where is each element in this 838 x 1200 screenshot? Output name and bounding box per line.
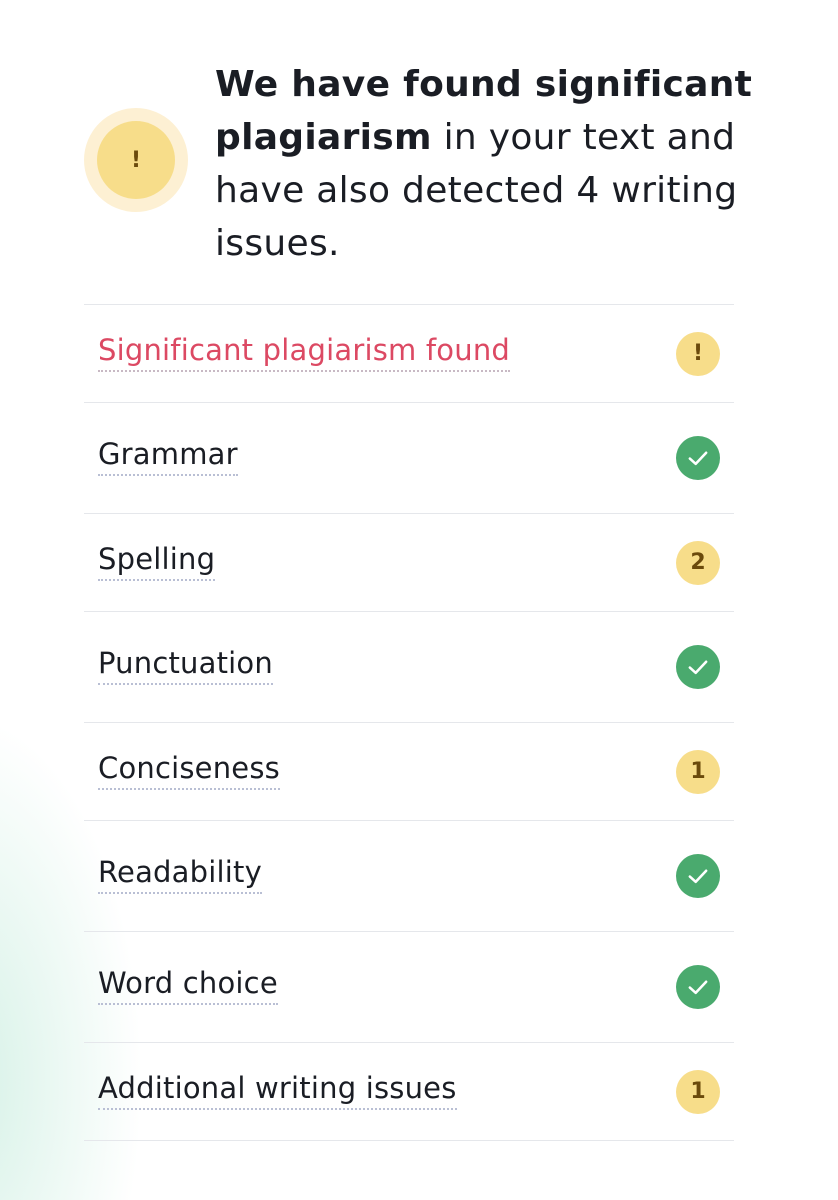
check-label-word-choice[interactable]: Word choice [98,965,278,1005]
check-results-list: Significant plagiarism found ! Grammar S… [84,304,734,1141]
check-row-spelling[interactable]: Spelling 2 [84,514,734,612]
check-row-plagiarism[interactable]: Significant plagiarism found ! [84,305,734,403]
check-row-word-choice[interactable]: Word choice [84,932,734,1043]
check-row-punctuation[interactable]: Punctuation [84,612,734,723]
check-icon [676,645,720,689]
warning-icon: ! [676,331,720,376]
check-label-spelling[interactable]: Spelling [98,541,216,581]
check-label-grammar[interactable]: Grammar [98,436,238,476]
check-row-additional-issues[interactable]: Additional writing issues 1 [84,1043,734,1141]
check-row-conciseness[interactable]: Conciseness 1 [84,723,734,821]
issue-count-badge: 1 [676,1069,720,1114]
warning-exclamation-icon: ! [84,108,188,212]
check-label-readability[interactable]: Readability [98,854,262,894]
issue-count-badge: 2 [676,540,720,585]
issue-count-badge: 1 [676,749,720,794]
check-label-punctuation[interactable]: Punctuation [98,645,273,685]
summary-header: ! We have found significant plagiarism i… [0,0,838,300]
check-label-plagiarism[interactable]: Significant plagiarism found [98,332,511,372]
check-label-additional-issues[interactable]: Additional writing issues [98,1070,457,1110]
check-label-conciseness[interactable]: Conciseness [98,750,280,790]
check-icon [676,436,720,480]
summary-headline: We have found significant plagiarism in … [215,58,775,270]
check-icon [676,854,720,898]
check-icon [676,965,720,1009]
check-row-grammar[interactable]: Grammar [84,403,734,514]
warning-icon-glyph: ! [97,121,175,199]
check-row-readability[interactable]: Readability [84,821,734,932]
